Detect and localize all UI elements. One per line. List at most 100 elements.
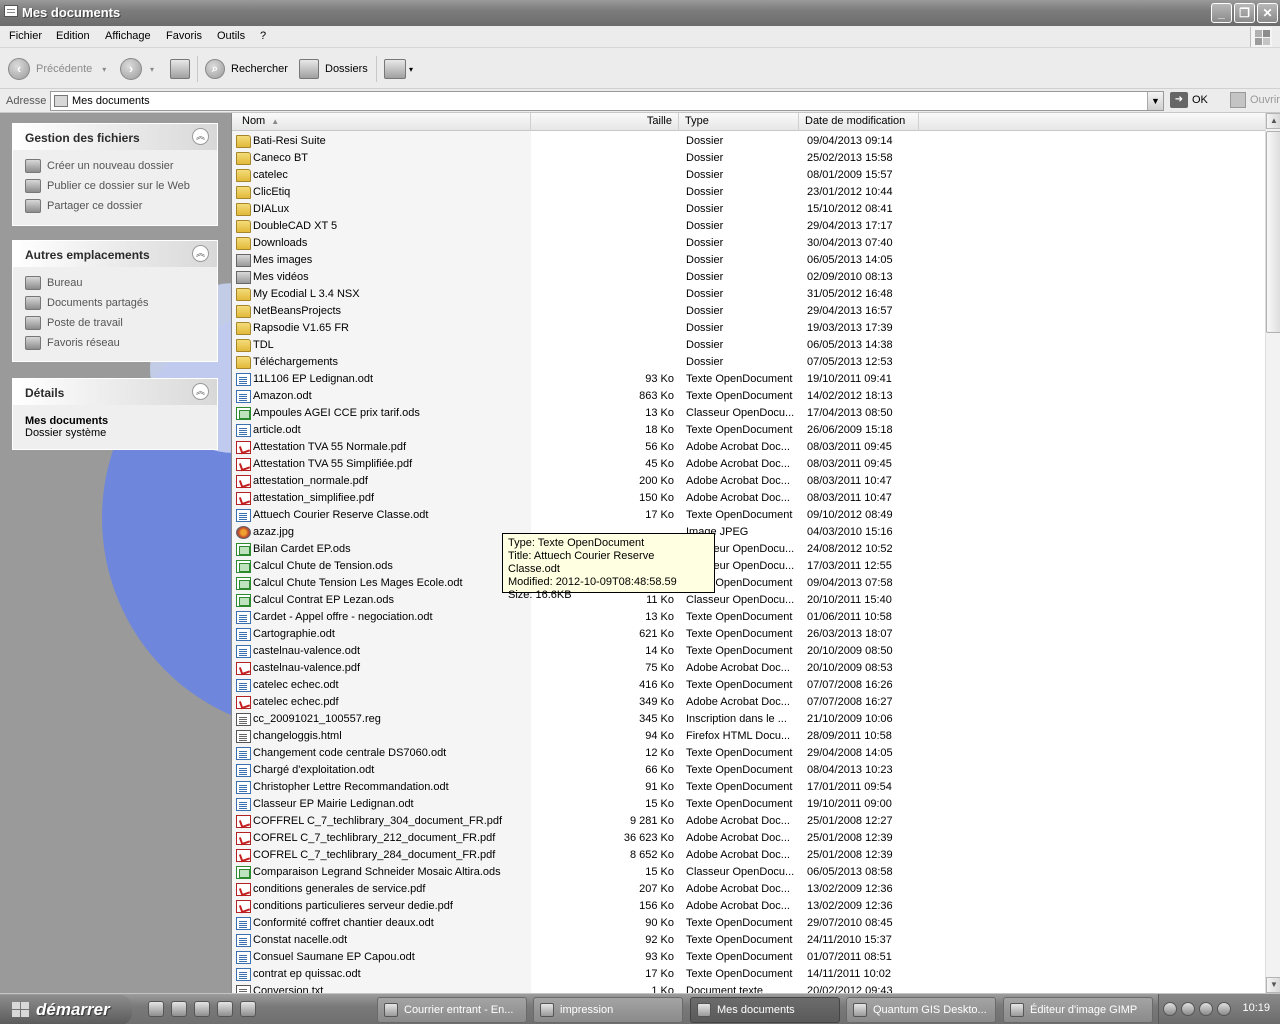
file-row[interactable]: DoubleCAD XT 5 Dossier 29/04/2013 17:17 <box>232 218 1265 235</box>
menu-help[interactable]: ? <box>260 30 266 42</box>
back-dropdown-icon[interactable]: ▾ <box>102 65 106 74</box>
file-row[interactable]: My Ecodial L 3.4 NSX Dossier 31/05/2012 16… <box>232 286 1265 303</box>
file-row[interactable]: castelnau-valence.pdf 75 Ko Adobe Acrobat … <box>232 660 1265 677</box>
file-row[interactable]: DIALux Dossier 15/10/2012 08:41 <box>232 201 1265 218</box>
menu-outils[interactable]: Outils <box>217 30 245 42</box>
file-row[interactable]: COFREL C_7_techlibrary_212_document_FR.p… <box>232 830 1265 847</box>
forward-button[interactable]: › ▾ <box>120 57 154 81</box>
file-row[interactable]: Changement code centrale DS7060.odt 12 Ko… <box>232 745 1265 762</box>
file-row[interactable]: Téléchargements Dossier 07/05/2013 12:53 <box>232 354 1265 371</box>
file-row[interactable]: Bilan Cardet EP.ods Classeur OpenDocu... 2… <box>232 541 1265 558</box>
file-row[interactable]: Downloads Dossier 30/04/2013 07:40 <box>232 235 1265 252</box>
collapse-chevron-icon[interactable]: ︽ <box>192 383 209 400</box>
file-row[interactable]: Comparaison Legrand Schneider Mosaic Alt… <box>232 864 1265 881</box>
place-shared-documents[interactable]: Documents partagés <box>25 293 217 313</box>
file-row[interactable]: azaz.jpg Image JPEG 04/03/2010 15:16 <box>232 524 1265 541</box>
file-row[interactable]: Conformité coffret chantier deaux.odt 90 … <box>232 915 1265 932</box>
column-header-name[interactable]: Nom ▲ <box>232 113 531 131</box>
file-row[interactable]: conditions generales de service.pdf 207 K… <box>232 881 1265 898</box>
taskbar-button-gimp[interactable]: Éditeur d'image GIMP <box>1003 997 1153 1023</box>
file-row[interactable]: NetBeansProjects Dossier 29/04/2013 16:57 <box>232 303 1265 320</box>
panel-header[interactable]: Détails ︽ <box>13 379 217 405</box>
forward-dropdown-icon[interactable]: ▾ <box>150 65 154 74</box>
file-row[interactable]: article.odt 18 Ko Texte OpenDocument 26/06/… <box>232 422 1265 439</box>
tray-safely-remove-icon[interactable] <box>1199 1002 1213 1016</box>
file-row[interactable]: Ampoules AGEI CCE prix tarif.ods 13 Ko Cla… <box>232 405 1265 422</box>
column-header-type[interactable]: Type <box>679 113 799 131</box>
file-row[interactable]: castelnau-valence.odt 14 Ko Texte OpenDocu… <box>232 643 1265 660</box>
file-row[interactable]: Caneco BT Dossier 25/02/2013 15:58 <box>232 150 1265 167</box>
file-row[interactable]: Constat nacelle.odt 92 Ko Texte OpenDocume… <box>232 932 1265 949</box>
quicklaunch-browser-icon[interactable] <box>171 1001 187 1017</box>
menu-favoris[interactable]: Favoris <box>166 30 202 42</box>
start-button[interactable]: démarrer <box>0 995 132 1024</box>
file-row[interactable]: Consuel Saumane EP Capou.odt 93 Ko Texte O… <box>232 949 1265 966</box>
views-button[interactable]: ▾ <box>384 57 413 81</box>
file-row[interactable]: Cardet - Appel offre - negociation.odt 13… <box>232 609 1265 626</box>
file-row[interactable]: attestation_simplifiee.pdf 150 Ko Adobe Ac… <box>232 490 1265 507</box>
column-header-date[interactable]: Date de modification <box>799 113 919 131</box>
file-row[interactable]: Chargé d'exploitation.odt 66 Ko Texte Open… <box>232 762 1265 779</box>
vertical-scrollbar[interactable]: ▲ ▼ <box>1265 113 1280 993</box>
file-row[interactable]: contrat ep quissac.odt 17 Ko Texte OpenDoc… <box>232 966 1265 983</box>
file-row[interactable]: cc_20091021_100557.reg 345 Ko Inscription … <box>232 711 1265 728</box>
menu-edition[interactable]: Edition <box>56 30 90 42</box>
file-row[interactable]: TDL Dossier 06/05/2013 14:38 <box>232 337 1265 354</box>
taskbar-button-mes-documents[interactable]: Mes documents <box>690 997 840 1023</box>
file-row[interactable]: Calcul Contrat EP Lezan.ods 11 Ko Classeur… <box>232 592 1265 609</box>
menu-fichier[interactable]: Fichier <box>9 30 42 42</box>
file-row[interactable]: Mes vidéos Dossier 02/09/2010 08:13 <box>232 269 1265 286</box>
close-button[interactable]: ✕ <box>1257 3 1278 23</box>
file-row[interactable]: Attestation TVA 55 Normale.pdf 56 Ko Adobe… <box>232 439 1265 456</box>
file-row[interactable]: Bati-Resi Suite Dossier 09/04/2013 09:14 <box>232 133 1265 150</box>
tray-volume-icon[interactable] <box>1217 1002 1231 1016</box>
tray-expand-icon[interactable] <box>1163 1002 1177 1016</box>
taskbar-button-qgis[interactable]: Quantum GIS Deskto... <box>846 997 996 1023</box>
file-row[interactable]: catelec Dossier 08/01/2009 15:57 <box>232 167 1265 184</box>
menu-affichage[interactable]: Affichage <box>105 30 151 42</box>
taskbar-button-impression[interactable]: impression <box>533 997 683 1023</box>
quicklaunch-app-icon[interactable] <box>217 1001 233 1017</box>
task-publish-web[interactable]: Publier ce dossier sur le Web <box>25 176 217 196</box>
file-row[interactable]: 11L106 EP Ledignan.odt 93 Ko Texte OpenDoc… <box>232 371 1265 388</box>
file-row[interactable]: conditions particulieres serveur dedie.p… <box>232 898 1265 915</box>
taskbar-button-mail[interactable]: Courrier entrant - En... <box>377 997 527 1023</box>
back-button[interactable]: ‹ Précédente ▾ <box>8 57 106 81</box>
file-row[interactable]: Christopher Lettre Recommandation.odt 91 … <box>232 779 1265 796</box>
maximize-button[interactable]: ❐ <box>1234 3 1255 23</box>
panel-header[interactable]: Autres emplacements ︽ <box>13 241 217 267</box>
file-row[interactable]: Mes images Dossier 06/05/2013 14:05 <box>232 252 1265 269</box>
minimize-button[interactable]: _ <box>1211 3 1232 23</box>
file-row[interactable]: changeloggis.html 94 Ko Firefox HTML Docu.… <box>232 728 1265 745</box>
quicklaunch-firefox-icon[interactable] <box>240 1001 256 1017</box>
place-desktop[interactable]: Bureau <box>25 273 217 293</box>
quicklaunch-desktop-icon[interactable] <box>148 1001 164 1017</box>
file-row[interactable]: COFREL C_7_techlibrary_284_document_FR.p… <box>232 847 1265 864</box>
task-share-folder[interactable]: Partager ce dossier <box>25 196 217 216</box>
column-header-size[interactable]: Taille <box>531 113 679 131</box>
address-input[interactable]: Mes documents ▼ <box>50 91 1164 111</box>
file-row[interactable]: Attestation TVA 55 Simplifiée.pdf 45 Ko Ad… <box>232 456 1265 473</box>
file-row[interactable]: ClicEtiq Dossier 23/01/2012 10:44 <box>232 184 1265 201</box>
file-row[interactable]: Calcul Chute Tension Les Mages Ecole.odt… <box>232 575 1265 592</box>
file-row[interactable]: Attuech Courier Reserve Classe.odt 17 Ko T… <box>232 507 1265 524</box>
quicklaunch-media-icon[interactable] <box>194 1001 210 1017</box>
file-row[interactable]: Amazon.odt 863 Ko Texte OpenDocument 14/02/… <box>232 388 1265 405</box>
file-row[interactable]: Classeur EP Mairie Ledignan.odt 15 Ko Text… <box>232 796 1265 813</box>
scroll-down-arrow-icon[interactable]: ▼ <box>1266 977 1280 993</box>
file-row[interactable]: Calcul Chute de Tension.ods Classeur Open… <box>232 558 1265 575</box>
panel-header[interactable]: Gestion des fichiers ︽ <box>13 124 217 150</box>
task-new-folder[interactable]: Créer un nouveau dossier <box>25 156 217 176</box>
file-row[interactable]: COFFREL C_7_techlibrary_304_document_FR.… <box>232 813 1265 830</box>
file-row[interactable]: catelec echec.pdf 349 Ko Adobe Acrobat Doc… <box>232 694 1265 711</box>
scroll-up-arrow-icon[interactable]: ▲ <box>1266 113 1280 129</box>
place-network[interactable]: Favoris réseau <box>25 333 217 353</box>
scroll-thumb[interactable] <box>1266 131 1280 333</box>
open-button[interactable]: Ouvrir <box>1230 92 1280 108</box>
address-dropdown-icon[interactable]: ▼ <box>1147 92 1163 110</box>
file-row[interactable]: catelec echec.odt 416 Ko Texte OpenDocumen… <box>232 677 1265 694</box>
file-row[interactable]: Conversion.txt 1 Ko Document texte 20/02/20… <box>232 983 1265 993</box>
file-row[interactable]: Cartographie.odt 621 Ko Texte OpenDocument… <box>232 626 1265 643</box>
collapse-chevron-icon[interactable]: ︽ <box>192 245 209 262</box>
place-my-computer[interactable]: Poste de travail <box>25 313 217 333</box>
